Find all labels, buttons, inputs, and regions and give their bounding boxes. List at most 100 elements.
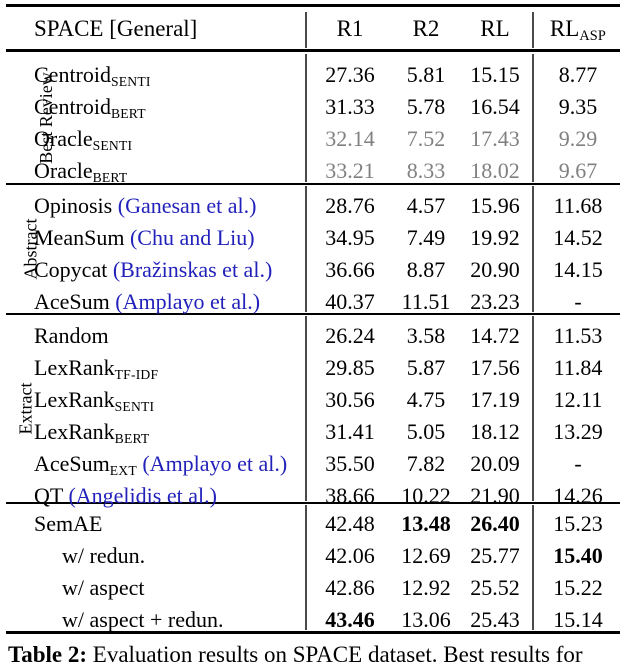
cell-rl: 25.77 — [470, 543, 520, 568]
row-label-name: MeanSum — [34, 225, 130, 250]
column-header-rl-asp: RLASP — [549, 16, 607, 44]
caption-prefix: Table 2: — [8, 642, 88, 667]
row-label-name: w/ aspect + redun. — [62, 607, 224, 632]
citation-link[interactable]: (Ganesan et al.) — [118, 193, 257, 218]
table-row: w/ aspect 42.86 12.92 25.52 15.22 — [0, 572, 626, 604]
row-label: CentroidBERT — [34, 91, 146, 123]
row-label-subscript: EXT — [109, 462, 137, 478]
cell-rl-asp: 13.29 — [553, 419, 603, 444]
caption-dataset-name: SPACE — [292, 642, 363, 667]
cell-rl-asp: 9.29 — [558, 126, 598, 151]
cell-rl-asp: - — [574, 289, 582, 314]
caption-text-b: dataset. Best results for — [362, 642, 583, 667]
row-label: AceSumEXT (Amplayo et al.) — [34, 448, 287, 480]
row-label: Random — [34, 320, 109, 352]
cell-rl-asp: 15.14 — [553, 607, 603, 632]
row-label-name: Opinosis — [34, 193, 118, 218]
citation-link[interactable]: (Bražinskas et al.) — [113, 257, 272, 282]
row-label-subscript: SENTI — [92, 137, 133, 153]
row-label: SemAE — [34, 508, 102, 540]
table-row: Random 26.24 3.58 14.72 11.53 — [0, 320, 626, 352]
column-header-rl-asp-subscript: ASP — [579, 27, 607, 44]
row-label-name: Oracle — [34, 158, 93, 183]
row-label: LexRankSENTI — [34, 384, 154, 416]
table-row: LexRankSENTI 30.56 4.75 17.19 12.11 — [0, 384, 626, 416]
table-row: LexRankTF-IDF 29.85 5.87 17.56 11.84 — [0, 352, 626, 384]
table-header-rule — [6, 49, 620, 52]
cell-rl-asp: 15.23 — [553, 511, 603, 536]
table-corner-label: SPACE [General] — [34, 10, 197, 48]
row-label: w/ aspect + redun. — [62, 604, 223, 636]
row-label-name: SemAE — [34, 511, 103, 536]
row-label: OracleSENTI — [34, 123, 132, 155]
row-label-subscript: BERT — [114, 430, 150, 446]
table-header-row: SPACE [General] R1 R2 RL RLASP — [0, 10, 626, 48]
cell-rl-asp: 14.15 — [553, 257, 603, 282]
cell-rl: 18.02 — [470, 158, 520, 183]
cell-rl-asp: - — [574, 451, 582, 476]
row-label-name: Centroid — [34, 62, 111, 87]
row-label-subscript: SENTI — [111, 73, 151, 89]
citation-link[interactable]: (Amplayo et al.) — [137, 451, 287, 476]
cell-rl-asp: 11.68 — [553, 193, 603, 218]
cell-rl-asp: 15.22 — [553, 575, 603, 600]
table-row: LexRankBERT 31.41 5.05 18.12 13.29 — [0, 416, 626, 448]
caption-text-a: Evaluation results on — [87, 642, 293, 667]
cell-rl-asp: 8.77 — [558, 62, 598, 87]
table-row: CentroidBERT 31.33 5.78 16.54 9.35 — [0, 91, 626, 123]
table-row: w/ aspect + redun. 43.46 13.06 25.43 15.14 — [0, 604, 626, 636]
citation-link[interactable]: (Chu and Liu) — [130, 225, 255, 250]
row-label: Copycat (Bražinskas et al.) — [34, 254, 272, 286]
cell-rl: 20.90 — [470, 257, 520, 282]
table-row: OracleSENTI 32.14 7.52 17.43 9.29 — [0, 123, 626, 155]
row-label: MeanSum (Chu and Liu) — [34, 222, 255, 254]
table-row: MeanSum (Chu and Liu) 34.95 7.49 19.92 14.52 — [0, 222, 626, 254]
row-label: Opinosis (Ganesan et al.) — [34, 190, 256, 222]
row-label-name: LexRank — [34, 355, 115, 380]
cell-rl: 17.56 — [470, 355, 520, 380]
row-label: w/ aspect — [62, 572, 144, 604]
table-row: AceSum (Amplayo et al.) 40.37 11.51 23.23- — [0, 286, 626, 318]
cell-rl: 23.23 — [470, 289, 520, 314]
row-label-name: w/ aspect — [62, 575, 145, 600]
cell-rl: 25.52 — [470, 575, 520, 600]
row-label-name: AceSum — [34, 289, 116, 314]
row-label-name: Oracle — [34, 126, 93, 151]
cell-rl-asp: 15.40 — [553, 543, 603, 568]
row-label-subscript: SENTI — [114, 398, 155, 414]
table-row: CentroidSENTI 27.36 5.81 15.15 8.77 — [0, 59, 626, 91]
table-row: AceSumEXT (Amplayo et al.) 35.50 7.82 20.09… — [0, 448, 626, 480]
row-label-name: AceSum — [34, 451, 110, 476]
cell-rl-asp: 12.11 — [553, 387, 603, 412]
citation-link[interactable]: (Angelidis et al.) — [68, 483, 216, 508]
cell-rl: 14.72 — [470, 323, 520, 348]
table-row: Opinosis (Ganesan et al.) 28.76 4.57 15.96 1… — [0, 190, 626, 222]
table-top-rule — [6, 4, 620, 7]
row-label-name: Copycat — [34, 257, 113, 282]
row-label-name: LexRank — [34, 387, 115, 412]
table-row: OracleBERT 33.21 8.33 18.02 9.67 — [0, 155, 626, 187]
row-label: LexRankTF-IDF — [34, 352, 158, 384]
row-label: LexRankBERT — [34, 416, 149, 448]
row-label-subscript: TF-IDF — [114, 366, 159, 382]
cell-rl: 17.19 — [470, 387, 520, 412]
dataset-qualifier: [General] — [103, 16, 198, 41]
cell-rl: 17.43 — [470, 126, 520, 151]
cell-rl: 20.09 — [470, 451, 520, 476]
column-header-rl: RL — [480, 16, 510, 41]
table-row: SemAE 42.48 13.48 26.40 15.23 — [0, 508, 626, 540]
row-label-name: LexRank — [34, 419, 115, 444]
row-label-name: QT — [34, 483, 69, 508]
citation-link[interactable]: (Amplayo et al.) — [115, 289, 260, 314]
row-label-name: w/ redun. — [62, 543, 146, 568]
cell-rl: 25.43 — [470, 607, 520, 632]
table-row: w/ redun. 42.06 12.69 25.77 15.40 — [0, 540, 626, 572]
row-label-name: Centroid — [34, 94, 111, 119]
dataset-name: SPACE — [34, 16, 104, 41]
row-label: CentroidSENTI — [34, 59, 151, 91]
cell-rl: 26.40 — [470, 511, 520, 536]
row-label: OracleBERT — [34, 155, 127, 187]
table-row: Copycat (Bražinskas et al.) 36.66 8.87 20.9… — [0, 254, 626, 286]
row-label-subscript: BERT — [92, 169, 128, 185]
cell-rl-asp: 14.52 — [553, 225, 603, 250]
